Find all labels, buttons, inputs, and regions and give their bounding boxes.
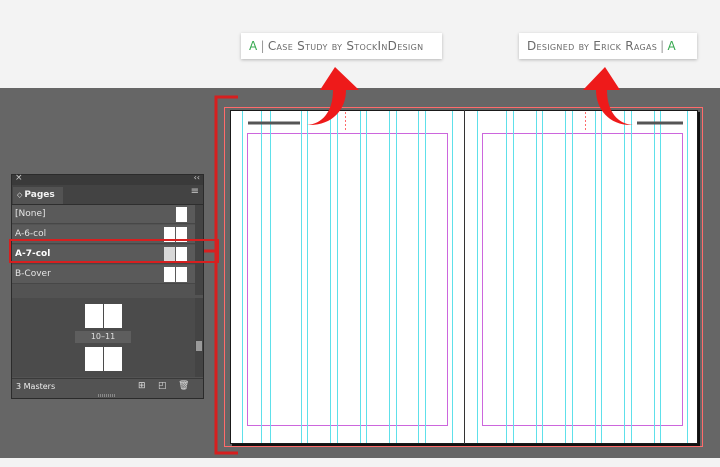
case-study-label: A | Case Study by StockInDesign xyxy=(241,33,442,59)
label-separator: | xyxy=(260,39,265,53)
page-thumbnail-11[interactable] xyxy=(104,304,122,328)
panel-resize-grip[interactable] xyxy=(98,394,116,397)
brand-mark: A xyxy=(667,39,677,53)
brand-mark: A xyxy=(249,39,258,53)
master-thumbnail xyxy=(176,207,187,222)
page-size-icon[interactable]: ⊞ xyxy=(138,381,146,391)
page-thumbnail-10[interactable] xyxy=(85,304,103,328)
panel-tabbar: ◇ Pages ≡ xyxy=(12,185,203,205)
designer-text: Designed by Erick Ragas xyxy=(527,39,658,53)
master-name: B-Cover xyxy=(15,269,51,279)
delete-page-icon[interactable]: 🗑 xyxy=(178,381,189,391)
tab-label: Pages xyxy=(24,190,55,200)
tab-pages[interactable]: ◇ Pages xyxy=(13,187,63,204)
page-thumbnail-13[interactable] xyxy=(104,347,122,371)
spine-divider xyxy=(464,110,465,444)
panel-menu-icon[interactable]: ≡ xyxy=(191,186,199,197)
spread-page-label: 10–11 xyxy=(75,331,131,343)
pages-scrollbar[interactable] xyxy=(195,298,203,377)
selected-master-highlight xyxy=(9,239,219,263)
diamond-icon: ◇ xyxy=(17,191,23,199)
panel-footer: 3 Masters ⊞ ◰ 🗑 xyxy=(12,378,203,395)
close-icon[interactable]: × xyxy=(15,173,23,183)
pages-panel[interactable]: × ‹‹ ◇ Pages ≡ [None] A-6-col A-7-col B-C… xyxy=(11,173,204,399)
new-page-icon[interactable]: ◰ xyxy=(158,381,167,391)
designer-label: Designed by Erick Ragas | A xyxy=(519,33,697,59)
pages-scrollbar-thumb[interactable] xyxy=(196,341,202,351)
panel-titlebar[interactable]: × ‹‹ xyxy=(12,173,203,185)
master-name: [None] xyxy=(15,209,46,219)
masters-count: 3 Masters xyxy=(16,382,56,391)
case-study-text: Case Study by StockInDesign xyxy=(267,39,424,53)
master-item-none[interactable]: [None] xyxy=(12,205,195,224)
master-name: A-6-col xyxy=(15,229,47,239)
master-thumbnail-left xyxy=(164,267,175,282)
label-separator: | xyxy=(660,39,665,53)
master-thumbnail-right xyxy=(176,267,187,282)
page-thumbnail-12[interactable] xyxy=(85,347,103,371)
master-item-b-cover[interactable]: B-Cover xyxy=(12,265,195,284)
collapse-icon[interactable]: ‹‹ xyxy=(194,173,200,182)
